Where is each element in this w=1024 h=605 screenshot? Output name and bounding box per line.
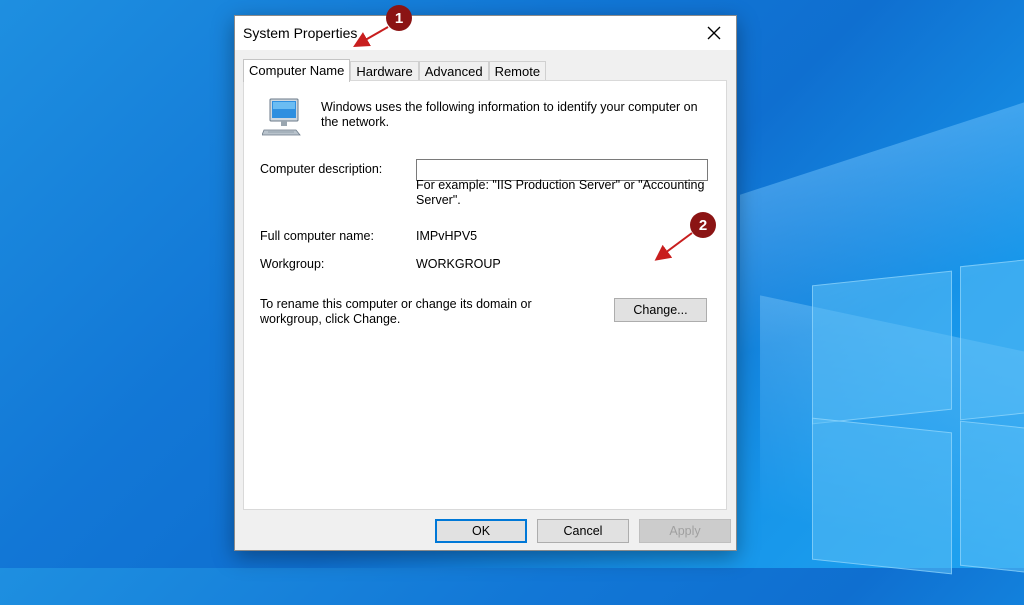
change-button[interactable]: Change... — [614, 298, 707, 322]
cancel-button[interactable]: Cancel — [537, 519, 629, 543]
system-properties-dialog: System Properties Computer Name Hardware… — [234, 15, 737, 551]
close-button[interactable] — [692, 16, 736, 50]
windows-logo-pane — [960, 420, 1024, 575]
full-computer-name-value: IMPvHPV5 — [416, 229, 478, 243]
annotation-marker-1: 1 — [386, 5, 412, 31]
windows-logo-pane — [812, 417, 952, 575]
intro-text: Windows uses the following information t… — [321, 100, 698, 129]
computer-name-panel: Windows uses the following information t… — [243, 80, 727, 510]
workgroup-value: WORKGROUP — [416, 257, 501, 271]
ok-button[interactable]: OK — [435, 519, 527, 543]
tab-strip: Computer Name Hardware Advanced Remote — [243, 59, 547, 82]
workgroup-label: Workgroup: — [260, 257, 325, 271]
computer-description-label: Computer description: — [260, 162, 383, 176]
close-icon — [707, 26, 721, 40]
tab-remote[interactable]: Remote — [488, 61, 547, 81]
apply-button[interactable]: Apply — [639, 519, 731, 543]
title-bar[interactable]: System Properties — [235, 16, 736, 50]
example-text: For example: "IIS Production Server" or … — [416, 178, 705, 207]
windows-logo-pane — [960, 257, 1024, 421]
window-title: System Properties — [243, 25, 358, 41]
computer-monitor-icon — [262, 98, 301, 136]
tab-computer-name[interactable]: Computer Name — [243, 59, 351, 82]
windows-logo-pane — [812, 270, 952, 425]
tab-advanced[interactable]: Advanced — [418, 61, 489, 81]
rename-instructions: To rename this computer or change its do… — [260, 297, 532, 326]
annotation-marker-2: 2 — [690, 212, 716, 238]
tab-hardware[interactable]: Hardware — [350, 61, 419, 81]
full-computer-name-label: Full computer name: — [260, 229, 374, 243]
